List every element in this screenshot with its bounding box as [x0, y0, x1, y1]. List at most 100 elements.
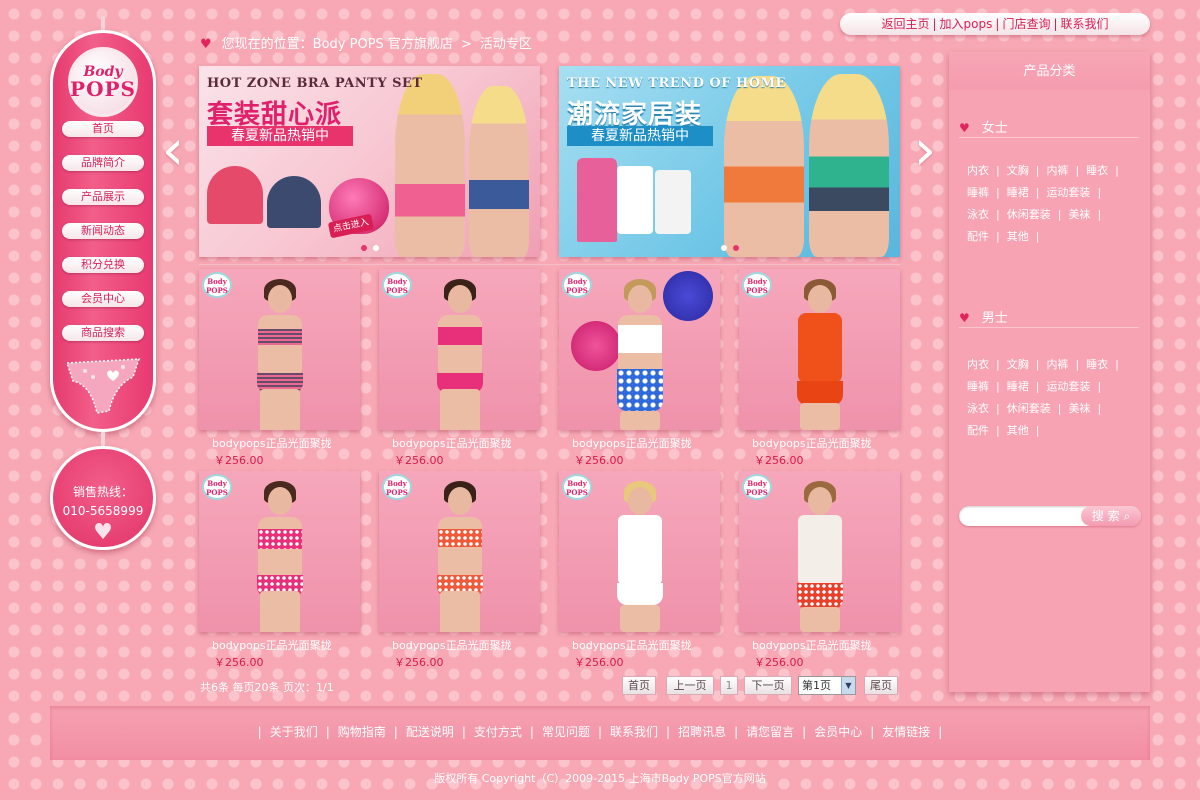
category-link[interactable]: 睡衣 — [1086, 164, 1108, 177]
category-link[interactable]: 睡裤 — [967, 380, 989, 393]
category-link[interactable]: 运动套装 — [1046, 186, 1090, 199]
next-page-button[interactable]: 下一页 — [744, 676, 792, 695]
product-name[interactable]: bodypops正品光面聚拢 — [392, 637, 512, 653]
category-link[interactable]: 美袜 — [1068, 208, 1090, 221]
product-card[interactable]: Body POPS bodypops正品光面聚拢 ￥256.00 — [559, 269, 720, 469]
banner-dots — [559, 245, 900, 251]
footer-link-faq[interactable]: 常见问题 — [542, 725, 590, 739]
product-card[interactable]: Body POPS bodypops正品光面聚拢 ￥256.00 — [199, 269, 360, 469]
banner-english-title: HOT ZONE BRA PANTY SET — [207, 76, 423, 91]
product-name[interactable]: bodypops正品光面聚拢 — [752, 435, 872, 451]
category-panel-title: 产品分类 — [949, 52, 1150, 90]
category-link[interactable]: 内衣 — [967, 358, 989, 371]
product-name[interactable]: bodypops正品光面聚拢 — [212, 637, 332, 653]
footer-link-jobs[interactable]: 招聘讯息 — [678, 725, 726, 739]
category-link[interactable]: 美袜 — [1068, 402, 1090, 415]
nav-item-brand[interactable]: 品牌简介 — [62, 155, 144, 171]
footer-link-message[interactable]: 请您留言 — [746, 725, 794, 739]
slide-dot[interactable] — [360, 245, 367, 251]
product-price: ￥256.00 — [754, 454, 804, 467]
breadcrumb-store[interactable]: Body POPS 官方旗舰店 — [313, 37, 453, 52]
footer-link-delivery[interactable]: 配送说明 — [406, 725, 454, 739]
nav-item-news[interactable]: 新闻动态 — [62, 223, 144, 239]
brand-badge: Body POPS — [202, 474, 232, 500]
category-link[interactable]: 配件 — [967, 230, 989, 243]
nav-item-search[interactable]: 商品搜索 — [62, 325, 144, 341]
chevron-down-icon[interactable]: ▼ — [841, 677, 855, 694]
category-link[interactable]: 文胸 — [1007, 358, 1029, 371]
nav-item-points[interactable]: 积分兑换 — [62, 257, 144, 273]
footer-link-contact[interactable]: 联系我们 — [610, 725, 658, 739]
footer-link-friends[interactable]: 友情链接 — [882, 725, 930, 739]
product-card[interactable]: Body POPS bodypops正品光面聚拢 ￥256.00 — [199, 471, 360, 671]
footer-links: | 关于我们 | 购物指南 | 配送说明 | 支付方式 | 常见问题 | 联系我们 | 招聘讯息 | 请您留言… — [257, 725, 943, 739]
last-page-button[interactable]: 尾页 — [864, 676, 898, 695]
prev-page-button[interactable]: 上一页 — [666, 676, 714, 695]
product-price: ￥256.00 — [574, 454, 624, 467]
brand-logo[interactable]: Body POPS — [68, 47, 138, 117]
product-image[interactable]: Body POPS — [739, 269, 900, 430]
chevron-right-icon[interactable]: › — [912, 116, 938, 186]
chevron-left-icon[interactable]: ‹ — [160, 116, 186, 186]
nav-item-home[interactable]: 首页 — [62, 121, 144, 137]
product-name[interactable]: bodypops正品光面聚拢 — [572, 637, 692, 653]
heart-icon: ♥ — [93, 520, 113, 545]
category-link[interactable]: 内衣 — [967, 164, 989, 177]
product-card[interactable]: Body POPS bodypops正品光面聚拢 ￥256.00 — [739, 471, 900, 671]
category-link[interactable]: 其他 — [1007, 230, 1029, 243]
product-name[interactable]: bodypops正品光面聚拢 — [752, 637, 872, 653]
product-image[interactable]: Body POPS — [379, 269, 540, 430]
banner-promo-label: 春夏新品热销中 — [567, 126, 713, 146]
footer-link-payment[interactable]: 支付方式 — [474, 725, 522, 739]
product-name[interactable]: bodypops正品光面聚拢 — [392, 435, 512, 451]
category-link[interactable]: 泳衣 — [967, 402, 989, 415]
footer-link-about[interactable]: 关于我们 — [270, 725, 318, 739]
product-card[interactable]: Body POPS bodypops正品光面聚拢 ￥256.00 — [379, 471, 540, 671]
footer-link-guide[interactable]: 购物指南 — [338, 725, 386, 739]
top-link-stores[interactable]: 门店查询 — [1002, 17, 1050, 31]
category-link[interactable]: 睡裤 — [967, 186, 989, 199]
product-card[interactable]: Body POPS bodypops正品光面聚拢 ￥256.00 — [379, 269, 540, 469]
top-link-home[interactable]: 返回主页 — [881, 17, 929, 31]
footer-link-member[interactable]: 会员中心 — [814, 725, 862, 739]
product-image[interactable]: Body POPS — [199, 471, 360, 632]
nav-item-products[interactable]: 产品展示 — [62, 189, 144, 205]
category-link[interactable]: 泳衣 — [967, 208, 989, 221]
category-link[interactable]: 睡裙 — [1007, 186, 1029, 199]
promo-banner-set[interactable]: HOT ZONE BRA PANTY SET 套装甜心派 春夏新品热销中 点击进… — [199, 66, 540, 257]
page-select[interactable]: 第1页 ▼ — [798, 676, 856, 695]
separator: | — [932, 17, 937, 31]
category-link[interactable]: 内裤 — [1046, 164, 1068, 177]
category-link[interactable]: 休闲套装 — [1007, 402, 1051, 415]
category-link[interactable]: 文胸 — [1007, 164, 1029, 177]
product-image[interactable]: Body POPS — [739, 471, 900, 632]
product-image[interactable]: Body POPS — [559, 471, 720, 632]
promo-banner-home[interactable]: THE NEW TREND OF HOME 潮流家居装 春夏新品热销中 — [559, 66, 900, 257]
slide-dot[interactable] — [720, 245, 727, 251]
slide-dot[interactable] — [732, 245, 739, 251]
product-price: ￥256.00 — [394, 454, 444, 467]
slide-dot[interactable] — [372, 245, 379, 251]
product-name[interactable]: bodypops正品光面聚拢 — [212, 435, 332, 451]
product-image[interactable]: Body POPS — [379, 471, 540, 632]
top-link-join[interactable]: 加入pops — [940, 17, 993, 31]
category-link[interactable]: 睡衣 — [1086, 358, 1108, 371]
current-page[interactable]: 1 — [720, 676, 738, 695]
product-image[interactable]: Body POPS — [559, 269, 720, 430]
top-link-contact[interactable]: 联系我们 — [1061, 17, 1109, 31]
category-link[interactable]: 运动套装 — [1046, 380, 1090, 393]
nav-item-member[interactable]: 会员中心 — [62, 291, 144, 307]
product-image[interactable]: Body POPS — [199, 269, 360, 430]
product-card[interactable]: Body POPS bodypops正品光面聚拢 ￥256.00 — [559, 471, 720, 671]
bra-product-image — [207, 166, 263, 224]
product-name[interactable]: bodypops正品光面聚拢 — [572, 435, 692, 451]
first-page-button[interactable]: 首页 — [622, 676, 656, 695]
search-button[interactable]: 搜 索 ⌕ — [1081, 506, 1141, 526]
category-link[interactable]: 其他 — [1007, 424, 1029, 437]
category-link[interactable]: 内裤 — [1046, 358, 1068, 371]
category-link[interactable]: 睡裙 — [1007, 380, 1029, 393]
product-card[interactable]: Body POPS bodypops正品光面聚拢 ￥256.00 — [739, 269, 900, 469]
category-link[interactable]: 配件 — [967, 424, 989, 437]
search-input[interactable] — [967, 508, 1077, 524]
category-link[interactable]: 休闲套装 — [1007, 208, 1051, 221]
